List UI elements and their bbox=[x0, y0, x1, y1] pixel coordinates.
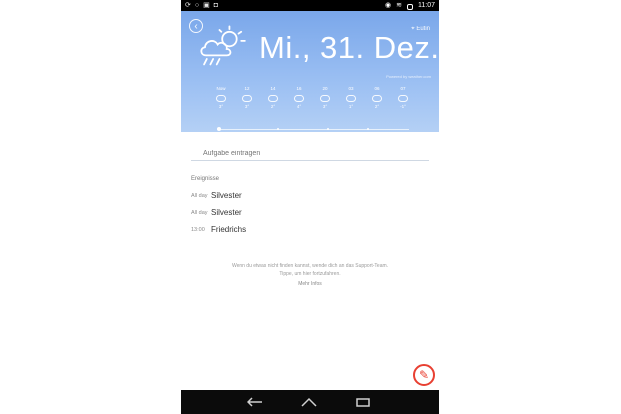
date-title: Mi., 31. Dez. bbox=[259, 30, 439, 65]
sync-icon: ⟳ bbox=[185, 2, 191, 9]
task-time: All day bbox=[191, 193, 208, 199]
slider-tick bbox=[367, 128, 369, 130]
forecast-slider[interactable] bbox=[217, 127, 409, 131]
edit-icon: ✎ bbox=[418, 368, 430, 382]
cloud-icon bbox=[372, 95, 382, 102]
source-label: Powered by weather.com bbox=[386, 74, 431, 79]
task-name: Silvester bbox=[211, 208, 242, 217]
cloud-icon bbox=[268, 95, 278, 102]
wifi-icon: ≋ bbox=[396, 2, 402, 9]
forecast-item[interactable]: 20 3° bbox=[312, 86, 338, 116]
cloud-icon bbox=[398, 95, 408, 102]
slider-tick bbox=[327, 128, 329, 130]
info-footer: Wenn du etwas nicht finden kannst, wende… bbox=[209, 262, 411, 288]
recent-apps-glyph-icon bbox=[356, 398, 370, 407]
back-arrow-icon bbox=[247, 397, 262, 407]
cloud-icon bbox=[320, 95, 330, 102]
image-icon: ▣ bbox=[203, 2, 210, 9]
cloud-icon bbox=[346, 95, 356, 102]
circle-icon: ○ bbox=[194, 2, 200, 9]
forecast-item[interactable]: Now 3° bbox=[208, 86, 234, 116]
status-right-icons: ◉ ≋ 11:07 bbox=[385, 0, 435, 11]
task-time: All day bbox=[191, 210, 208, 216]
location-icon: ◉ bbox=[385, 2, 392, 9]
forecast-item[interactable]: 14 2° bbox=[260, 86, 286, 116]
partly-cloudy-icon bbox=[242, 95, 252, 102]
more-info-link[interactable]: Mehr Infos bbox=[209, 280, 411, 288]
camera-icon: ◘ bbox=[213, 2, 218, 9]
weather-header: ‹ ⌖ Eutin Mi., 31. Dez. Powered by weath… bbox=[181, 11, 439, 132]
hourly-forecast[interactable]: Now 3° 12 3° 14 2° 16 4° 20 3° 03 1° 06 … bbox=[208, 86, 421, 126]
forecast-item[interactable]: 16 4° bbox=[286, 86, 312, 116]
task-name: Silvester bbox=[211, 191, 242, 200]
forecast-item[interactable]: 03 1° bbox=[338, 86, 364, 116]
task-name: Friedrichs bbox=[211, 225, 247, 234]
slider-tick bbox=[277, 128, 279, 130]
forecast-item[interactable]: 07 -1° bbox=[390, 86, 416, 116]
section-title: Ereignisse bbox=[191, 176, 220, 182]
battery-icon bbox=[407, 3, 413, 10]
task-item[interactable]: All day Silvester bbox=[191, 190, 421, 204]
footer-line: Tippe, um hier fortzufahren. bbox=[279, 271, 341, 277]
home-nav-icon[interactable] bbox=[299, 395, 319, 409]
task-input-row[interactable] bbox=[191, 145, 429, 161]
status-bar: ⟳ ○ ▣ ◘ ◉ ≋ 11:07 bbox=[181, 0, 439, 11]
forecast-item[interactable]: 06 2° bbox=[364, 86, 390, 116]
task-item[interactable]: All day Silvester bbox=[191, 207, 421, 221]
app-window: ⟳ ○ ▣ ◘ ◉ ≋ 11:07 ‹ ⌖ Eutin Mi., 31. Dez… bbox=[181, 0, 439, 414]
slider-knob[interactable] bbox=[217, 127, 221, 131]
back-nav-icon[interactable] bbox=[245, 395, 265, 409]
home-icon bbox=[301, 397, 317, 407]
partly-cloudy-icon bbox=[216, 95, 226, 102]
rain-sun-icon bbox=[200, 25, 246, 66]
forecast-item[interactable]: 12 3° bbox=[234, 86, 260, 116]
navigation-bar bbox=[181, 390, 439, 414]
task-input[interactable] bbox=[201, 146, 425, 160]
clock: 11:07 bbox=[418, 2, 435, 9]
cloud-icon bbox=[294, 95, 304, 102]
recent-apps-icon[interactable] bbox=[353, 395, 373, 409]
footer-line: Wenn du etwas nicht finden kannst, wende… bbox=[231, 263, 389, 269]
status-left-icons: ⟳ ○ ▣ ◘ bbox=[185, 0, 218, 11]
edit-button[interactable]: ✎ bbox=[413, 364, 435, 386]
task-time: 13:00 bbox=[191, 227, 205, 233]
task-item[interactable]: 13:00 Friedrichs bbox=[191, 224, 421, 238]
